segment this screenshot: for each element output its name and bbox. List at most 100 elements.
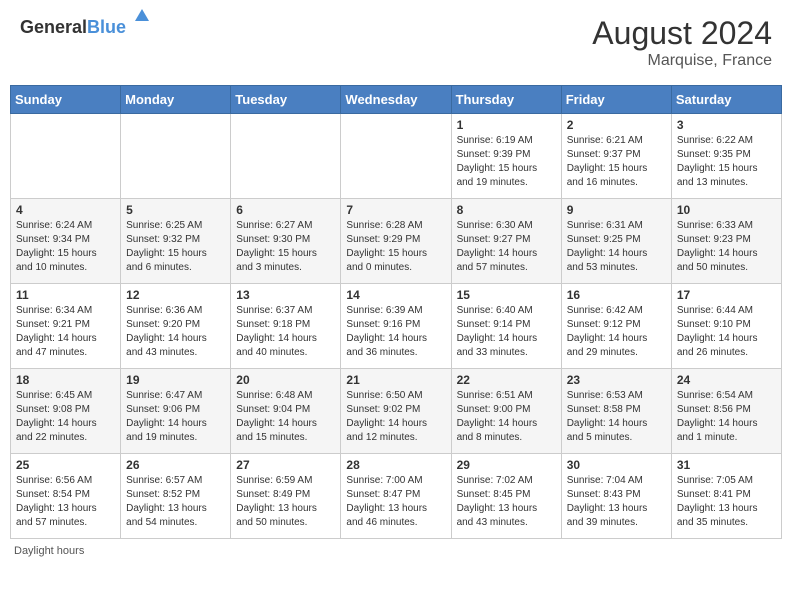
day-number: 27 [236,458,335,472]
calendar-day-cell: 24 Sunrise: 6:54 AM Sunset: 8:56 PM Dayli… [671,369,781,454]
day-info: Sunrise: 6:50 AM Sunset: 9:02 PM Dayligh… [346,389,445,445]
calendar-day-cell [121,114,231,199]
day-info: Sunrise: 6:33 AM Sunset: 9:23 PM Dayligh… [677,219,776,275]
calendar-day-cell: 9 Sunrise: 6:31 AM Sunset: 9:25 PM Daylig… [561,199,671,284]
day-info: Sunrise: 6:36 AM Sunset: 9:20 PM Dayligh… [126,304,225,360]
calendar-day-cell: 25 Sunrise: 6:56 AM Sunset: 8:54 PM Dayli… [11,454,121,539]
day-info: Sunrise: 7:00 AM Sunset: 8:47 PM Dayligh… [346,474,445,530]
calendar-day-header: Sunday [11,86,121,114]
calendar-day-header: Thursday [451,86,561,114]
logo-general-text: General [20,17,87,37]
day-info: Sunrise: 7:04 AM Sunset: 8:43 PM Dayligh… [567,474,666,530]
logo-icon [133,7,151,25]
calendar-day-header: Saturday [671,86,781,114]
day-info: Sunrise: 6:22 AM Sunset: 9:35 PM Dayligh… [677,134,776,190]
day-info: Sunrise: 6:54 AM Sunset: 8:56 PM Dayligh… [677,389,776,445]
calendar-day-cell: 30 Sunrise: 7:04 AM Sunset: 8:43 PM Dayli… [561,454,671,539]
day-number: 21 [346,373,445,387]
month-year-title: August 2024 [592,15,772,52]
day-info: Sunrise: 6:45 AM Sunset: 9:08 PM Dayligh… [16,389,115,445]
calendar-day-cell: 13 Sunrise: 6:37 AM Sunset: 9:18 PM Dayli… [231,284,341,369]
day-info: Sunrise: 6:42 AM Sunset: 9:12 PM Dayligh… [567,304,666,360]
calendar-day-cell: 6 Sunrise: 6:27 AM Sunset: 9:30 PM Daylig… [231,199,341,284]
day-number: 15 [457,288,556,302]
day-info: Sunrise: 6:19 AM Sunset: 9:39 PM Dayligh… [457,134,556,190]
calendar-day-cell: 17Sunrise: 6:44 AM Sunset: 9:10 PM Dayli… [671,284,781,369]
day-number: 16 [567,288,666,302]
calendar-day-cell: 12Sunrise: 6:36 AM Sunset: 9:20 PM Dayli… [121,284,231,369]
footer-note: Daylight hours [10,545,782,557]
logo-container: GeneralBlue [20,15,149,38]
day-info: Sunrise: 7:02 AM Sunset: 8:45 PM Dayligh… [457,474,556,530]
calendar-day-cell: 29 Sunrise: 7:02 AM Sunset: 8:45 PM Dayli… [451,454,561,539]
day-info: Sunrise: 6:30 AM Sunset: 9:27 PM Dayligh… [457,219,556,275]
day-info: Sunrise: 6:39 AM Sunset: 9:16 PM Dayligh… [346,304,445,360]
day-info: Sunrise: 6:28 AM Sunset: 9:29 PM Dayligh… [346,219,445,275]
day-number: 14 [346,288,445,302]
day-number: 26 [126,458,225,472]
calendar-day-cell: 14 Sunrise: 6:39 AM Sunset: 9:16 PM Dayli… [341,284,451,369]
daylight-note: Daylight hours [14,545,84,557]
day-number: 30 [567,458,666,472]
title-block: August 2024 Marquise, France [592,15,772,70]
day-number: 31 [677,458,776,472]
calendar-week-row: 25 Sunrise: 6:56 AM Sunset: 8:54 PM Dayli… [11,454,782,539]
day-info: Sunrise: 6:37 AM Sunset: 9:18 PM Dayligh… [236,304,335,360]
calendar-week-row: 1 Sunrise: 6:19 AM Sunset: 9:39 PM Daylig… [11,114,782,199]
calendar-day-cell: 31 Sunrise: 7:05 AM Sunset: 8:41 PM Dayli… [671,454,781,539]
calendar-week-row: 4Sunrise: 6:24 AM Sunset: 9:34 PM Daylig… [11,199,782,284]
calendar-day-cell: 10 Sunrise: 6:33 AM Sunset: 9:23 PM Dayli… [671,199,781,284]
day-info: Sunrise: 6:25 AM Sunset: 9:32 PM Dayligh… [126,219,225,275]
day-number: 18 [16,373,115,387]
day-info: Sunrise: 6:57 AM Sunset: 8:52 PM Dayligh… [126,474,225,530]
day-number: 10 [677,203,776,217]
page-header: GeneralBlue August 2024 Marquise, France [10,10,782,75]
day-number: 13 [236,288,335,302]
day-number: 19 [126,373,225,387]
day-info: Sunrise: 6:53 AM Sunset: 8:58 PM Dayligh… [567,389,666,445]
day-info: Sunrise: 6:56 AM Sunset: 8:54 PM Dayligh… [16,474,115,530]
calendar-week-row: 11 Sunrise: 6:34 AM Sunset: 9:21 PM Dayli… [11,284,782,369]
day-number: 9 [567,203,666,217]
calendar-day-cell: 4Sunrise: 6:24 AM Sunset: 9:34 PM Daylig… [11,199,121,284]
calendar-day-cell: 28Sunrise: 7:00 AM Sunset: 8:47 PM Dayli… [341,454,451,539]
calendar-day-cell: 15 Sunrise: 6:40 AM Sunset: 9:14 PM Dayli… [451,284,561,369]
calendar-day-header: Friday [561,86,671,114]
calendar-day-cell: 3Sunrise: 6:22 AM Sunset: 9:35 PM Daylig… [671,114,781,199]
calendar-day-cell: 16 Sunrise: 6:42 AM Sunset: 9:12 PM Dayli… [561,284,671,369]
calendar-week-row: 18 Sunrise: 6:45 AM Sunset: 9:08 PM Dayli… [11,369,782,454]
day-info: Sunrise: 6:40 AM Sunset: 9:14 PM Dayligh… [457,304,556,360]
day-number: 5 [126,203,225,217]
calendar-day-cell: 23 Sunrise: 6:53 AM Sunset: 8:58 PM Dayli… [561,369,671,454]
day-info: Sunrise: 6:34 AM Sunset: 9:21 PM Dayligh… [16,304,115,360]
day-number: 6 [236,203,335,217]
day-number: 23 [567,373,666,387]
calendar-day-cell: 20Sunrise: 6:48 AM Sunset: 9:04 PM Dayli… [231,369,341,454]
calendar-day-cell: 27Sunrise: 6:59 AM Sunset: 8:49 PM Dayli… [231,454,341,539]
day-number: 29 [457,458,556,472]
calendar-day-cell [231,114,341,199]
day-number: 11 [16,288,115,302]
day-number: 1 [457,118,556,132]
logo-blue-text: Blue [87,17,126,37]
day-info: Sunrise: 6:31 AM Sunset: 9:25 PM Dayligh… [567,219,666,275]
calendar-table: SundayMondayTuesdayWednesdayThursdayFrid… [10,85,782,539]
calendar-day-cell: 11 Sunrise: 6:34 AM Sunset: 9:21 PM Dayli… [11,284,121,369]
day-info: Sunrise: 6:24 AM Sunset: 9:34 PM Dayligh… [16,219,115,275]
calendar-day-cell: 21 Sunrise: 6:50 AM Sunset: 9:02 PM Dayli… [341,369,451,454]
calendar-day-header: Tuesday [231,86,341,114]
day-number: 25 [16,458,115,472]
location-subtitle: Marquise, France [592,52,772,70]
day-number: 8 [457,203,556,217]
calendar-day-cell: 26 Sunrise: 6:57 AM Sunset: 8:52 PM Dayli… [121,454,231,539]
day-number: 24 [677,373,776,387]
calendar-day-header: Wednesday [341,86,451,114]
calendar-day-cell: 7Sunrise: 6:28 AM Sunset: 9:29 PM Daylig… [341,199,451,284]
day-info: Sunrise: 7:05 AM Sunset: 8:41 PM Dayligh… [677,474,776,530]
calendar-day-cell: 5 Sunrise: 6:25 AM Sunset: 9:32 PM Daylig… [121,199,231,284]
calendar-day-cell: 18 Sunrise: 6:45 AM Sunset: 9:08 PM Dayli… [11,369,121,454]
calendar-day-cell: 22Sunrise: 6:51 AM Sunset: 9:00 PM Dayli… [451,369,561,454]
day-number: 20 [236,373,335,387]
calendar-day-cell: 19Sunrise: 6:47 AM Sunset: 9:06 PM Dayli… [121,369,231,454]
day-info: Sunrise: 6:27 AM Sunset: 9:30 PM Dayligh… [236,219,335,275]
